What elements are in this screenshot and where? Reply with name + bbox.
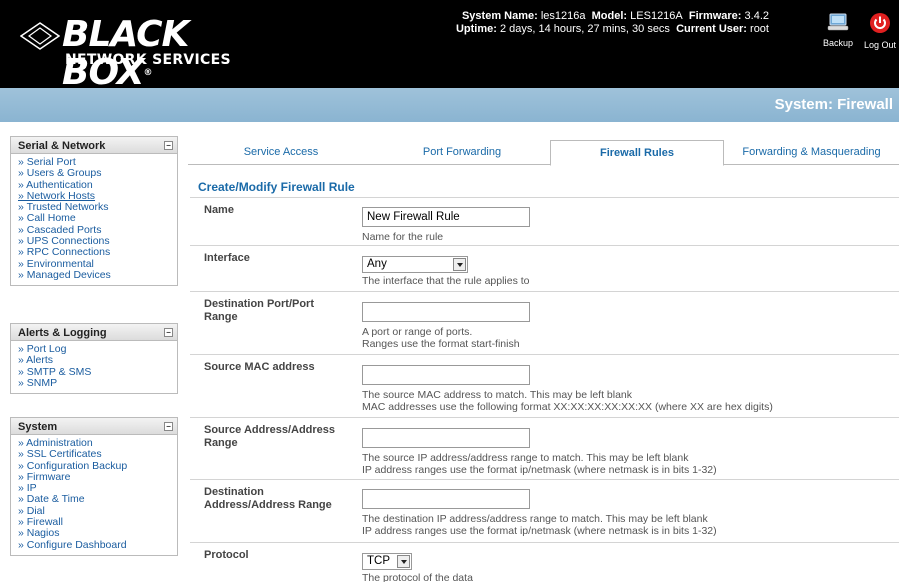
diamond-logo-icon [20, 22, 60, 50]
collapse-icon[interactable]: − [164, 141, 173, 150]
destination-port-help: A port or range of ports. Ranges use the… [362, 326, 520, 350]
collapse-icon[interactable]: − [164, 328, 173, 337]
form-row-interface: Interface Any The interface that the rul… [190, 245, 899, 291]
interface-label: Interface [204, 252, 250, 264]
backup-label: Backup [822, 38, 854, 48]
sidebar-alerts-logging: Alerts & Logging − » Port Log » Alerts »… [10, 323, 178, 395]
tab-bar: Service Access Port Forwarding Firewall … [188, 140, 899, 166]
current-user: root [750, 23, 769, 35]
sidebar-serial-network: Serial & Network − » Serial Port » Users… [10, 136, 178, 287]
interface-help: The interface that the rule applies to [362, 275, 530, 287]
source-mac-help: The source MAC address to match. This ma… [362, 389, 773, 413]
header: BLACK BOX® NETWORK SERVICES System Name:… [0, 0, 899, 92]
source-address-field[interactable] [362, 428, 530, 448]
collapse-icon[interactable]: − [164, 422, 173, 431]
tab-firewall-rules[interactable]: Firewall Rules [550, 140, 724, 166]
interface-select[interactable]: Any [362, 256, 468, 273]
name-label: Name [204, 204, 234, 216]
sidebar-item-rpc-connections[interactable]: » RPC Connections [18, 247, 177, 259]
source-mac-field[interactable] [362, 365, 530, 385]
backup-button[interactable]: Backup [818, 12, 858, 48]
sidebar-item-nagios[interactable]: » Nagios [18, 528, 177, 540]
tab-service-access[interactable]: Service Access [188, 140, 374, 165]
destination-port-field[interactable] [362, 302, 530, 322]
source-mac-label: Source MAC address [204, 361, 315, 373]
protocol-label: Protocol [204, 549, 249, 561]
sidebar-item-configure-dashboard[interactable]: » Configure Dashboard [18, 539, 177, 551]
source-address-help: The source IP address/address range to m… [362, 452, 717, 476]
sidebar-item-alerts[interactable]: » Alerts [18, 354, 177, 366]
name-help: Name for the rule [362, 231, 444, 243]
destination-address-field[interactable] [362, 489, 530, 509]
uptime: 2 days, 14 hours, 27 mins, 30 secs [499, 23, 670, 35]
form-row-source-address: Source Address/Address Range The source … [190, 417, 899, 479]
chevron-down-icon [397, 555, 410, 568]
brand-subtitle: NETWORK SERVICES [65, 52, 231, 68]
destination-address-help: The destination IP address/address range… [362, 513, 717, 537]
logout-button[interactable]: Log Out [862, 12, 898, 50]
protocol-help: The protocol of the data [362, 572, 473, 582]
sidebar-section-header[interactable]: System − [11, 418, 177, 435]
black-box-logo: BLACK BOX® NETWORK SERVICES [20, 14, 250, 92]
chevron-down-icon [453, 258, 466, 271]
form-row-destination-address: Destination Address/Address Range The de… [190, 479, 899, 542]
sidebar-item-managed-devices[interactable]: » Managed Devices [18, 269, 177, 281]
system-info: System Name: les1216a Model: LES1216A Fi… [455, 10, 769, 35]
form-row-source-mac: Source MAC address The source MAC addres… [190, 354, 899, 417]
protocol-select[interactable]: TCP [362, 553, 412, 570]
firmware: 3.4.2 [744, 10, 769, 22]
form-row-protocol: Protocol TCP The protocol of the data [190, 542, 899, 582]
form-row-name: Name Name for the rule [190, 197, 899, 245]
sidebar-section-header[interactable]: Serial & Network − [11, 137, 177, 154]
power-icon [870, 13, 890, 33]
page-title-bar: System: Firewall [0, 88, 899, 122]
backup-icon [827, 13, 849, 31]
sidebar-item-ssl-certificates[interactable]: » SSL Certificates [18, 448, 177, 460]
source-address-label: Source Address/Address Range [204, 424, 336, 449]
name-field[interactable] [362, 207, 530, 227]
sidebar-section-header[interactable]: Alerts & Logging − [11, 324, 177, 341]
tab-forwarding-masquerading[interactable]: Forwarding & Masquerading [724, 140, 899, 165]
form-title: Create/Modify Firewall Rule [198, 180, 355, 194]
form-row-destination-port: Destination Port/Port Range A port or ra… [190, 291, 899, 354]
model: LES1216A [630, 10, 683, 22]
destination-address-label: Destination Address/Address Range [204, 486, 332, 511]
sidebar-item-firmware[interactable]: » Firmware [18, 471, 177, 483]
page-title: System: Firewall [774, 96, 893, 113]
sidebar-item-users-groups[interactable]: » Users & Groups [18, 167, 177, 179]
sidebar-item-snmp[interactable]: » SNMP [18, 377, 177, 389]
logout-label: Log Out [863, 40, 897, 50]
system-name: les1216a [540, 10, 586, 22]
destination-port-label: Destination Port/Port Range [204, 298, 315, 323]
sidebar-system: System − » Administration » SSL Certific… [10, 417, 178, 556]
tab-port-forwarding[interactable]: Port Forwarding [374, 140, 550, 165]
